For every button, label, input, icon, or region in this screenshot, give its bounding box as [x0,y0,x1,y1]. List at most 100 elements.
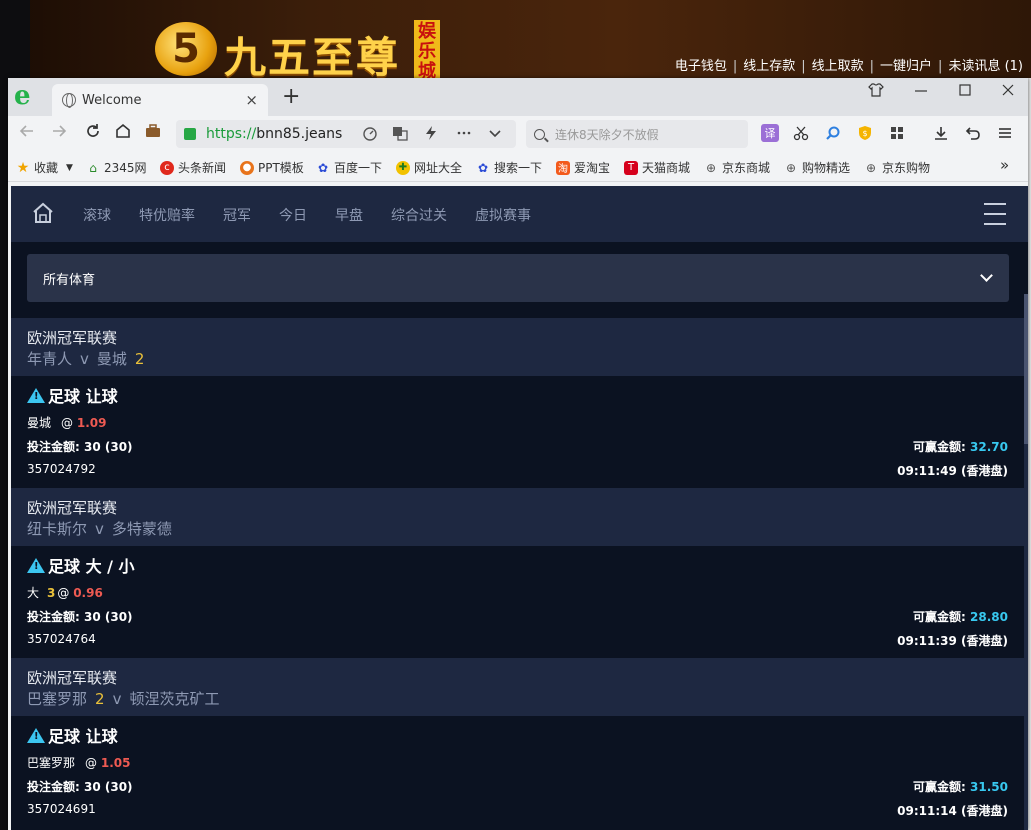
refresh-icon[interactable] [84,122,102,145]
nav-outright[interactable]: 冠军 [223,205,251,225]
nav-tabs: 滚球 特优赔率 冠军 今日 早盘 综合过关 虚拟赛事 [83,205,559,225]
menu-icon[interactable] [996,124,1014,142]
league-header: 欧洲冠军联赛 年青人 v 曼城 2 [11,318,1024,376]
maximize-icon[interactable] [958,82,972,102]
nav-early[interactable]: 早盘 [335,205,363,225]
stake: 30 (30) [84,440,133,454]
bet-card: 足球 让球 曼城@ 1.09 投注金额: 30 (30) 可赢金额: 32.70… [11,376,1024,488]
bet-amounts: 投注金额: 30 (30) 可赢金额: 32.70 [27,440,1008,454]
link-wallet[interactable]: 电子钱包 [675,59,727,74]
wangzhi-icon: ✚ [396,160,410,175]
bookmark-shopping[interactable]: ⊕ 购物精选 [784,159,850,176]
link-withdraw[interactable]: 线上取款 [812,59,864,74]
scissors-icon[interactable] [792,124,810,142]
sports-nav: 滚球 特优赔率 冠军 今日 早盘 综合过关 虚拟赛事 [11,186,1028,242]
nav-best-odds[interactable]: 特优赔率 [139,205,195,225]
close-tab-icon[interactable]: × [245,91,258,109]
translate-page-icon[interactable] [392,125,408,145]
warning-icon [27,387,45,403]
tab-title: Welcome [82,92,142,108]
more-icon[interactable] [456,125,472,145]
bookmark-search[interactable]: ✿ 搜索一下 [476,159,542,176]
bookmark-tmall[interactable]: T 天猫商城 [624,159,690,176]
score: 2 [95,690,105,708]
brand-logo-icon: 5 [155,22,217,76]
speed-icon[interactable] [362,125,378,145]
tmall-icon: T [624,160,638,175]
bookmark-2345[interactable]: ⌂ 2345网 [86,159,147,176]
hamburger-menu-icon[interactable] [984,203,1006,233]
shield-icon[interactable]: $ [856,124,874,142]
tab-welcome[interactable]: Welcome × [52,84,268,116]
bookmark-taobao[interactable]: 淘爱淘宝 [556,159,610,176]
scrollbar[interactable] [1024,294,1028,830]
bookmarks-bar: ★ 收藏 ▼ ⌂ 2345网 c 头条新闻 ● PPT模板 ✿ 百度一下 ✚ 网址大全 ✿ 搜索… [8,152,1028,182]
nav-parlay[interactable]: 综合过关 [391,205,447,225]
minimize-icon[interactable] [914,82,928,102]
baidu-icon: ✿ [317,160,329,175]
bookmark-ppt[interactable]: ● PPT模板 [240,159,304,176]
address-toolbar: https://bnn85.jeans 连休8天除夕不放假 译 $ [8,116,1028,152]
league-header: 欧洲冠军联赛 巴塞罗那 2 v 顿涅茨克矿工 [11,658,1024,716]
match-teams: 年青人 v 曼城 2 [27,350,145,368]
bet-card: 足球 让球 巴塞罗那@ 1.05 投注金额: 30 (30) 可赢金额: 31.… [11,716,1024,828]
apps-grid-icon[interactable] [888,124,906,142]
nav-live[interactable]: 滚球 [83,205,111,225]
bet-meta: 357024691 09:11:14 (香港盘) [27,802,1008,818]
ticket-id: 357024764 [27,632,96,646]
browser-logo-icon[interactable]: e [14,83,38,109]
skin-icon[interactable] [868,82,884,102]
bet-time: 09:11:49 (香港盘) [897,464,1008,478]
browser-window: e Welcome × + https:// bnn85.jeans 连休8天除… [8,78,1028,830]
star-icon: ★ [16,159,30,176]
score: 2 [134,350,145,368]
link-consolidate[interactable]: 一键归户 [880,59,932,74]
back-icon[interactable] [18,122,36,145]
scrollbar-thumb[interactable] [1024,294,1028,444]
bookmark-wangzhi[interactable]: ✚ 网址大全 [396,159,462,176]
bet-meta: 357024764 09:11:39 (香港盘) [27,632,1008,648]
sport-dropdown-value: 所有体育 [43,272,96,288]
lightning-icon[interactable] [424,125,438,145]
bookmark-baidu[interactable]: ✿ 百度一下 [316,159,382,176]
link-messages[interactable]: 未读讯息 (1) [948,59,1023,74]
translate-icon[interactable]: 译 [761,124,779,142]
bet-card: 足球 大 / 小 大3@ 0.96 投注金额: 30 (30) 可赢金额: 28… [11,546,1024,658]
search-box[interactable]: 连休8天除夕不放假 [526,120,748,148]
bet-time: 09:11:14 (香港盘) [897,804,1008,818]
win-amount: 32.70 [970,440,1008,454]
match-teams: 纽卡斯尔 v 多特蒙德 [27,520,172,538]
magnifier-icon[interactable] [824,124,842,142]
search-placeholder: 连休8天除夕不放假 [555,127,659,142]
bet-selection: 大 3 @ 0.96 [27,586,103,600]
link-deposit[interactable]: 线上存款 [743,59,795,74]
home-icon[interactable] [114,122,132,145]
sport-dropdown[interactable]: 所有体育 [27,254,1009,302]
home-icon[interactable] [31,202,55,224]
betting-site: 滚球 特优赔率 冠军 今日 早盘 综合过关 虚拟赛事 所有体育 欧洲冠军联赛 年… [11,186,1028,830]
bet-selection: 曼城 @ 1.09 [27,416,107,430]
nav-virtual[interactable]: 虚拟赛事 [475,205,531,225]
ppt-icon: ● [240,160,254,175]
bookmark-jd[interactable]: ⊕ 京东商城 [704,159,770,176]
forward-icon[interactable] [50,122,68,145]
league-name: 欧洲冠军联赛 [27,669,118,687]
address-bar[interactable]: https://bnn85.jeans [176,120,516,148]
globe-icon: ⊕ [865,160,877,175]
close-window-icon[interactable] [1001,82,1015,102]
bookmark-toutiao[interactable]: c 头条新闻 [160,159,226,176]
bookmark-jd-shopping[interactable]: ⊕ 京东购物 [864,159,930,176]
nav-today[interactable]: 今日 [279,205,307,225]
dropdown-icon[interactable] [488,125,502,145]
2345-icon: ⌂ [86,160,100,175]
bookmark-favorites[interactable]: ★ 收藏 ▼ [16,159,73,176]
download-icon[interactable] [932,124,950,142]
undo-icon[interactable] [964,124,982,142]
new-tab-button[interactable]: + [282,84,300,109]
more-bookmarks-icon[interactable]: » [1000,156,1009,174]
taobao-icon: 淘 [556,160,570,175]
bet-meta: 357024792 09:11:49 (香港盘) [27,462,1008,478]
chevron-down-icon[interactable]: ▼ [66,163,73,173]
briefcase-icon[interactable] [144,122,162,145]
win-amount: 31.50 [970,780,1008,794]
